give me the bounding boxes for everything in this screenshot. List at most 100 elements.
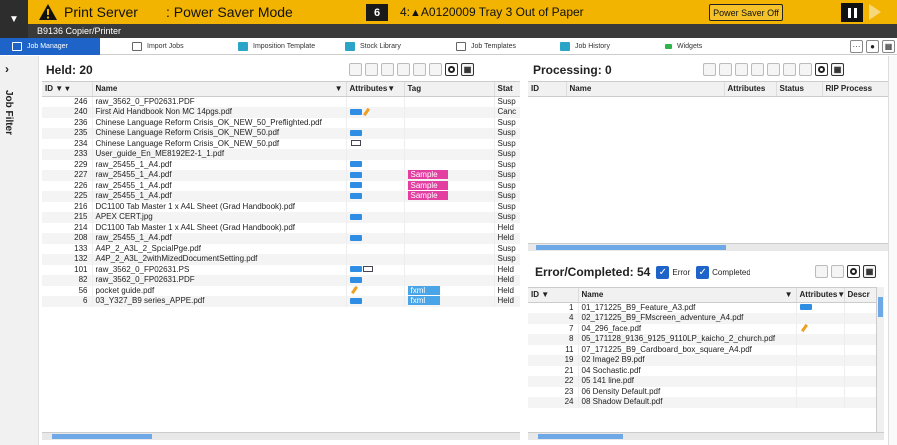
completed-horizontal-scrollbar[interactable] — [528, 432, 884, 440]
table-row[interactable]: 132 A4P_2_A3L_2withMizedDocumentSetting.p… — [42, 254, 520, 265]
held-settings-button[interactable] — [445, 63, 458, 76]
held-columns-button[interactable]: ▦ — [461, 63, 474, 76]
tag-badge: fxml — [407, 285, 440, 295]
play-button[interactable] — [869, 4, 881, 20]
settings-button[interactable]: ● — [866, 40, 879, 53]
error-checkbox[interactable]: ✓ — [656, 265, 670, 279]
table-row[interactable]: 101 raw_3562_0_FP02631.PS Held — [42, 264, 520, 275]
processing-settings-button[interactable] — [815, 63, 828, 76]
print-job-button[interactable] — [365, 63, 378, 76]
alert-message[interactable]: 4:▲A0120009 Tray 3 Out of Paper — [400, 5, 584, 19]
job-attributes — [346, 117, 405, 128]
right-collapsed-panel[interactable] — [888, 56, 897, 445]
tab-job-history[interactable]: Job History — [560, 38, 610, 55]
release-job-button[interactable] — [349, 63, 362, 76]
table-row[interactable]: 19 02 Image2 B9.pdf — [528, 355, 876, 366]
completed-checkbox[interactable]: ✓ — [696, 265, 710, 279]
tab-import-jobs[interactable]: Import Jobs — [132, 38, 184, 55]
table-row[interactable]: 24 08 Shadow Default.pdf — [528, 397, 876, 408]
table-row[interactable]: 240 First Aid Handbook Non MC 14pgs.pdf Ca… — [42, 107, 520, 118]
table-row[interactable]: 229 raw_25455_1_A4.pdf Susp — [42, 159, 520, 170]
move-top-button[interactable] — [735, 63, 748, 76]
col-attributes[interactable]: Attributes▼ — [346, 82, 405, 97]
job-filter-label: Job Filter — [3, 90, 14, 136]
proc-col-name[interactable]: Name — [566, 82, 725, 97]
proof-button[interactable] — [719, 63, 732, 76]
comp-col-attributes[interactable]: Attributes▼ — [796, 288, 845, 303]
pause-button[interactable] — [841, 3, 863, 22]
alert-count-badge[interactable]: 6 — [366, 4, 388, 21]
table-row[interactable]: 208 raw_25455_1_A4.pdf Held — [42, 233, 520, 244]
col-status[interactable]: Stat — [494, 82, 520, 97]
table-row[interactable]: 22 05 141 line.pdf — [528, 376, 876, 387]
table-row[interactable]: 23 06 Density Default.pdf — [528, 386, 876, 397]
processing-delete-button[interactable] — [783, 63, 796, 76]
comp-col-descr[interactable]: Descr — [844, 288, 876, 303]
comp-col-name[interactable]: Name ▼ — [578, 288, 797, 303]
table-row[interactable]: 227 raw_25455_1_A4.pdf Sample Susp — [42, 170, 520, 181]
table-row[interactable]: 82 raw_3562_0_FP02631.PDF Held — [42, 275, 520, 286]
table-row[interactable]: 226 raw_25455_1_A4.pdf Sample Susp — [42, 180, 520, 191]
table-row[interactable]: 233 User_guide_En_ME8192E2-1_1.pdf Susp — [42, 149, 520, 160]
proc-col-status[interactable]: Status — [776, 82, 823, 97]
table-row[interactable]: 8 05_171128_9136_9125_9110LP_kaicho_2_chu… — [528, 334, 876, 345]
archive-job-button[interactable] — [413, 63, 426, 76]
undo-button[interactable] — [703, 63, 716, 76]
table-row[interactable]: 225 raw_25455_1_A4.pdf Sample Susp — [42, 191, 520, 202]
table-row[interactable]: 235 Chinese Language Reform Crisis_OK_NEW… — [42, 128, 520, 139]
table-row[interactable]: 11 07_171225_B9_Cardboard_box_square_A4.p… — [528, 344, 876, 355]
processing-columns-button[interactable]: ▦ — [831, 63, 844, 76]
job-tag: fxml — [404, 285, 495, 296]
tab-job-templates[interactable]: Job Templates — [456, 38, 516, 55]
completed-columns-button[interactable]: ▦ — [863, 265, 876, 278]
power-saver-off-button[interactable]: Power Saver Off — [709, 4, 783, 21]
job-name: 07_171225_B9_Cardboard_box_square_A4.pdf — [578, 344, 797, 355]
table-row[interactable]: 6 03_Y327_B9 series_APPE.pdf fxml Held — [42, 296, 520, 307]
tab-widgets[interactable]: Widgets — [665, 38, 702, 55]
more-options-button[interactable]: ··· — [850, 40, 863, 53]
table-row[interactable]: 1 01_171225_B9_Feature_A3.pdf — [528, 302, 876, 313]
delete-job-button[interactable] — [429, 63, 442, 76]
tab-stock-library[interactable]: Stock Library — [345, 38, 401, 55]
move-up-button[interactable] — [751, 63, 764, 76]
job-name: APEX CERT.jpg — [92, 212, 347, 223]
tab-imposition-template[interactable]: Imposition Template — [238, 38, 315, 55]
job-filter-panel[interactable]: › Job Filter — [0, 56, 39, 445]
table-row[interactable]: 133 A4P_2_A3L_2_SpcialPge.pdf Susp — [42, 243, 520, 254]
job-name: First Aid Handbook Non MC 14pgs.pdf — [92, 107, 347, 118]
completed-delete-button[interactable] — [831, 265, 844, 278]
proc-col-id[interactable]: ID — [528, 82, 567, 97]
processing-horizontal-scrollbar[interactable] — [528, 243, 888, 251]
comp-col-id[interactable]: ID ▼ — [528, 288, 579, 303]
processing-stop-button[interactable] — [799, 63, 812, 76]
completed-settings-button[interactable] — [847, 265, 860, 278]
tab-job-manager[interactable]: Job Manager — [0, 38, 100, 55]
table-row[interactable]: 7 04_296_face.pdf — [528, 323, 876, 334]
col-id[interactable]: ID ▼ ▾ — [42, 82, 93, 97]
menu-toggle-button[interactable]: ▼ — [0, 0, 28, 38]
move-down-button[interactable] — [767, 63, 780, 76]
table-row[interactable]: 234 Chinese Language Reform Crisis_OK_NEW… — [42, 138, 520, 149]
proc-col-rip[interactable]: RIP Process — [822, 82, 888, 97]
table-row[interactable]: 246 raw_3562_0_FP02631.PDF Susp — [42, 96, 520, 107]
table-row[interactable]: 214 DC1100 Tab Master 1 x A4L Sheet (Grad… — [42, 222, 520, 233]
layout-grid-button[interactable]: ▦ — [882, 40, 895, 53]
copy-job-button[interactable] — [381, 63, 394, 76]
server-mode: : Power Saver Mode — [166, 4, 293, 20]
processing-title: Processing: 0 — [533, 63, 612, 77]
col-name[interactable]: Name ▼ — [92, 82, 347, 97]
col-tag[interactable]: Tag — [404, 82, 495, 97]
table-row[interactable]: 236 Chinese Language Reform Crisis_OK_NEW… — [42, 117, 520, 128]
table-row[interactable]: 216 DC1100 Tab Master 1 x A4L Sheet (Grad… — [42, 201, 520, 212]
proc-col-attributes[interactable]: Attributes — [724, 82, 777, 97]
edit-job-button[interactable] — [397, 63, 410, 76]
table-row[interactable]: 56 pocket guide.pdf fxml Held — [42, 285, 520, 296]
completed-vertical-scrollbar[interactable] — [876, 287, 884, 432]
held-horizontal-scrollbar[interactable] — [42, 432, 520, 440]
job-status: Held — [494, 296, 520, 307]
reprint-button[interactable] — [815, 265, 828, 278]
chevron-right-icon[interactable]: › — [5, 62, 9, 76]
table-row[interactable]: 21 04 Sochastic.pdf — [528, 365, 876, 376]
table-row[interactable]: 4 02_171225_B9_FMscreen_adventure_A4.pdf — [528, 313, 876, 324]
table-row[interactable]: 215 APEX CERT.jpg Susp — [42, 212, 520, 223]
